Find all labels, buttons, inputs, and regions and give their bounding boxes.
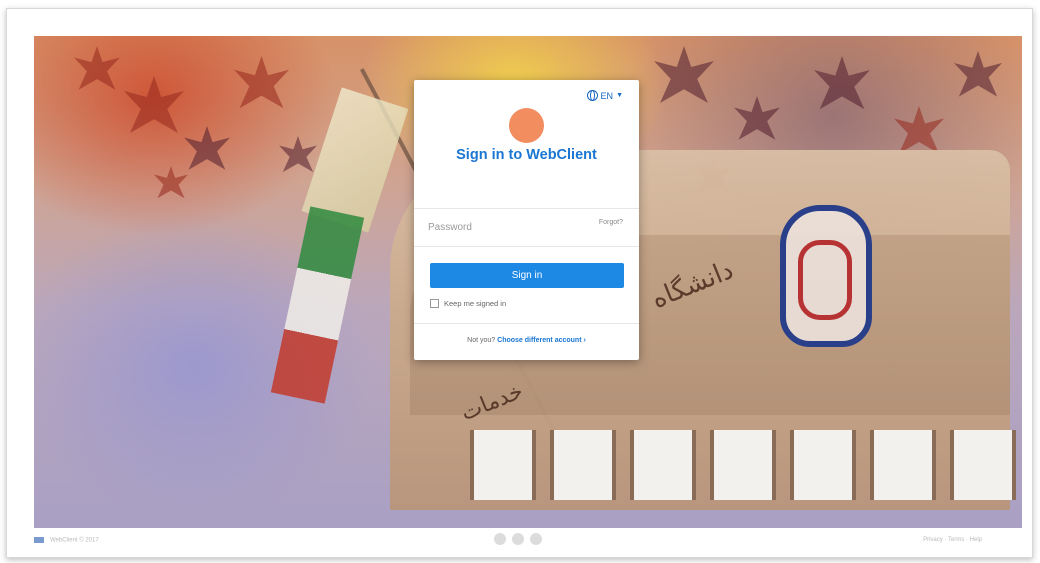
window: [870, 430, 936, 500]
not-you-text: Not you?: [467, 337, 496, 344]
status-right: Privacy · Terms · Help: [923, 537, 982, 543]
leaf-decoration: [894, 106, 944, 154]
divider: [414, 208, 639, 209]
window: [470, 430, 536, 500]
choose-different-account-label: Choose different account: [497, 337, 582, 344]
caret-down-icon: ▼: [616, 92, 623, 99]
leaf-decoration: [654, 46, 714, 103]
leaf-decoration: [734, 96, 780, 140]
keep-signed-in[interactable]: Keep me signed in: [430, 299, 506, 308]
leaf-decoration: [184, 126, 230, 170]
window: [950, 430, 1016, 500]
status-left-text: WebClient © 2017: [50, 537, 99, 544]
chevron-right-icon: ›: [583, 337, 586, 344]
language-code: EN: [600, 90, 614, 101]
divider: [414, 246, 639, 247]
sign-in-button[interactable]: Sign in: [430, 263, 624, 288]
status-left: WebClient © 2017: [34, 537, 99, 544]
leaf-decoration: [954, 51, 1002, 97]
university-emblem-inner: [798, 240, 852, 320]
avatar: [509, 108, 544, 143]
indicator-dot[interactable]: [530, 533, 542, 545]
globe-icon: [586, 90, 598, 101]
page-title: Sign in to WebClient: [456, 147, 597, 163]
language-selector[interactable]: EN ▼: [586, 90, 623, 101]
keep-signed-in-label: Keep me signed in: [444, 299, 507, 308]
password-input[interactable]: [428, 222, 578, 233]
indicator-dot[interactable]: [494, 533, 506, 545]
choose-different-account-link[interactable]: Choose different account ›: [497, 337, 586, 344]
leaf-decoration: [124, 76, 184, 133]
window: [790, 430, 856, 500]
leaf-decoration: [279, 136, 317, 173]
indicator-dot[interactable]: [512, 533, 524, 545]
page-indicator: [494, 533, 542, 545]
leaf-decoration: [814, 56, 870, 110]
leaf-decoration: [154, 166, 188, 199]
window: [710, 430, 776, 500]
account-footer: Not you? Choose different account ›: [414, 337, 639, 344]
building-windows: [470, 430, 1016, 500]
status-bar: WebClient © 2017 Privacy · Terms · Help: [34, 530, 1022, 550]
forgot-password-link[interactable]: Forgot?: [599, 219, 623, 226]
leaf-decoration: [234, 56, 289, 109]
keep-signed-in-checkbox[interactable]: [430, 299, 439, 308]
window: [550, 430, 616, 500]
login-card: EN ▼ Sign in to WebClient Forgot? Sign i…: [414, 80, 639, 360]
logo-icon: [34, 537, 44, 543]
leaf-decoration: [74, 46, 120, 90]
window: [630, 430, 696, 500]
divider: [414, 323, 639, 324]
